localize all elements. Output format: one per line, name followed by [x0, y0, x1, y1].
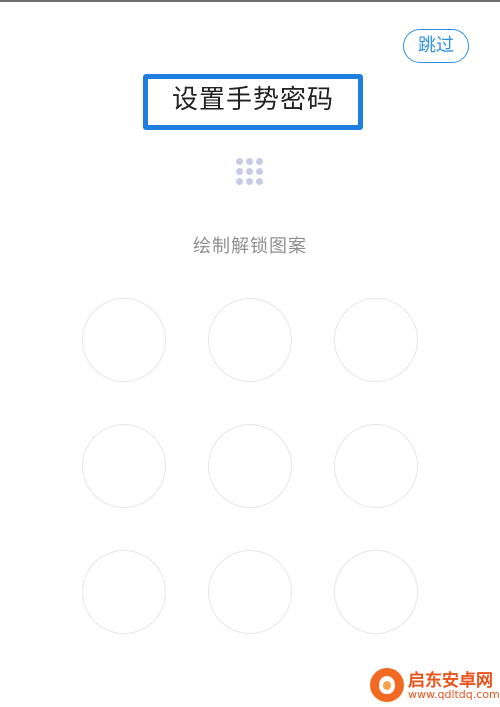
nine-dot-grid-icon [236, 158, 264, 186]
preview-dot [246, 158, 253, 165]
site-watermark: 启东安卓网 www.qdltdq.com [370, 666, 500, 706]
preview-dot [256, 178, 263, 185]
pattern-lock-grid[interactable] [82, 298, 418, 634]
pattern-node-7[interactable] [82, 550, 166, 634]
pattern-node-4[interactable] [82, 424, 166, 508]
pattern-node-8[interactable] [208, 550, 292, 634]
watermark-logo-icon [370, 668, 404, 702]
preview-dot [246, 168, 253, 175]
pattern-node-9[interactable] [334, 550, 418, 634]
preview-dot [256, 168, 263, 175]
preview-dot [246, 178, 253, 185]
preview-dot [236, 168, 243, 175]
pattern-node-6[interactable] [334, 424, 418, 508]
preview-dot [256, 158, 263, 165]
preview-dot [236, 178, 243, 185]
preview-dot [236, 158, 243, 165]
top-divider [0, 0, 500, 2]
page-title: 设置手势密码 [171, 85, 334, 115]
pattern-node-3[interactable] [334, 298, 418, 382]
skip-button[interactable]: 跳过 [403, 29, 469, 63]
draw-pattern-hint: 绘制解锁图案 [193, 236, 307, 257]
watermark-url: www.qdltdq.com [408, 688, 500, 701]
pattern-node-1[interactable] [82, 298, 166, 382]
pattern-node-5[interactable] [208, 424, 292, 508]
pattern-node-2[interactable] [208, 298, 292, 382]
